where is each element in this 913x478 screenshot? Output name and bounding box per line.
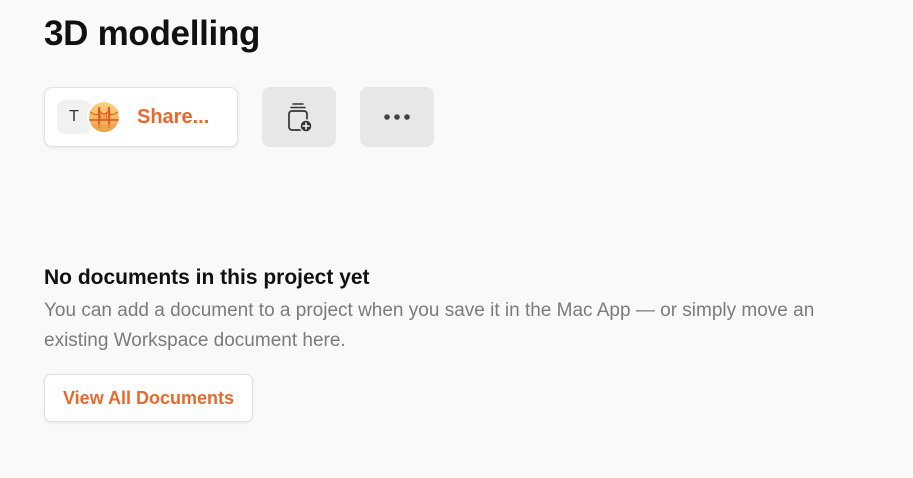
- share-label: Share...: [137, 105, 210, 128]
- golden-gate-bridge-avatar-icon: [89, 102, 119, 132]
- share-button[interactable]: T Share...: [44, 87, 238, 147]
- add-document-button[interactable]: [262, 87, 336, 147]
- empty-state-description: You can add a document to a project when…: [44, 300, 815, 351]
- more-options-button[interactable]: [360, 87, 434, 147]
- project-page: 3D modelling T Share... No documents in …: [0, 0, 913, 478]
- ellipsis-icon: [384, 114, 410, 120]
- document-stack-plus-icon: [288, 103, 313, 133]
- member-avatar-image: [87, 100, 121, 134]
- empty-state-title: No documents in this project yet: [44, 266, 370, 289]
- member-avatar-initial: T: [57, 100, 91, 134]
- project-toolbar: T Share...: [44, 87, 434, 147]
- page-title: 3D modelling: [44, 14, 261, 53]
- view-all-documents-button[interactable]: View All Documents: [44, 374, 254, 422]
